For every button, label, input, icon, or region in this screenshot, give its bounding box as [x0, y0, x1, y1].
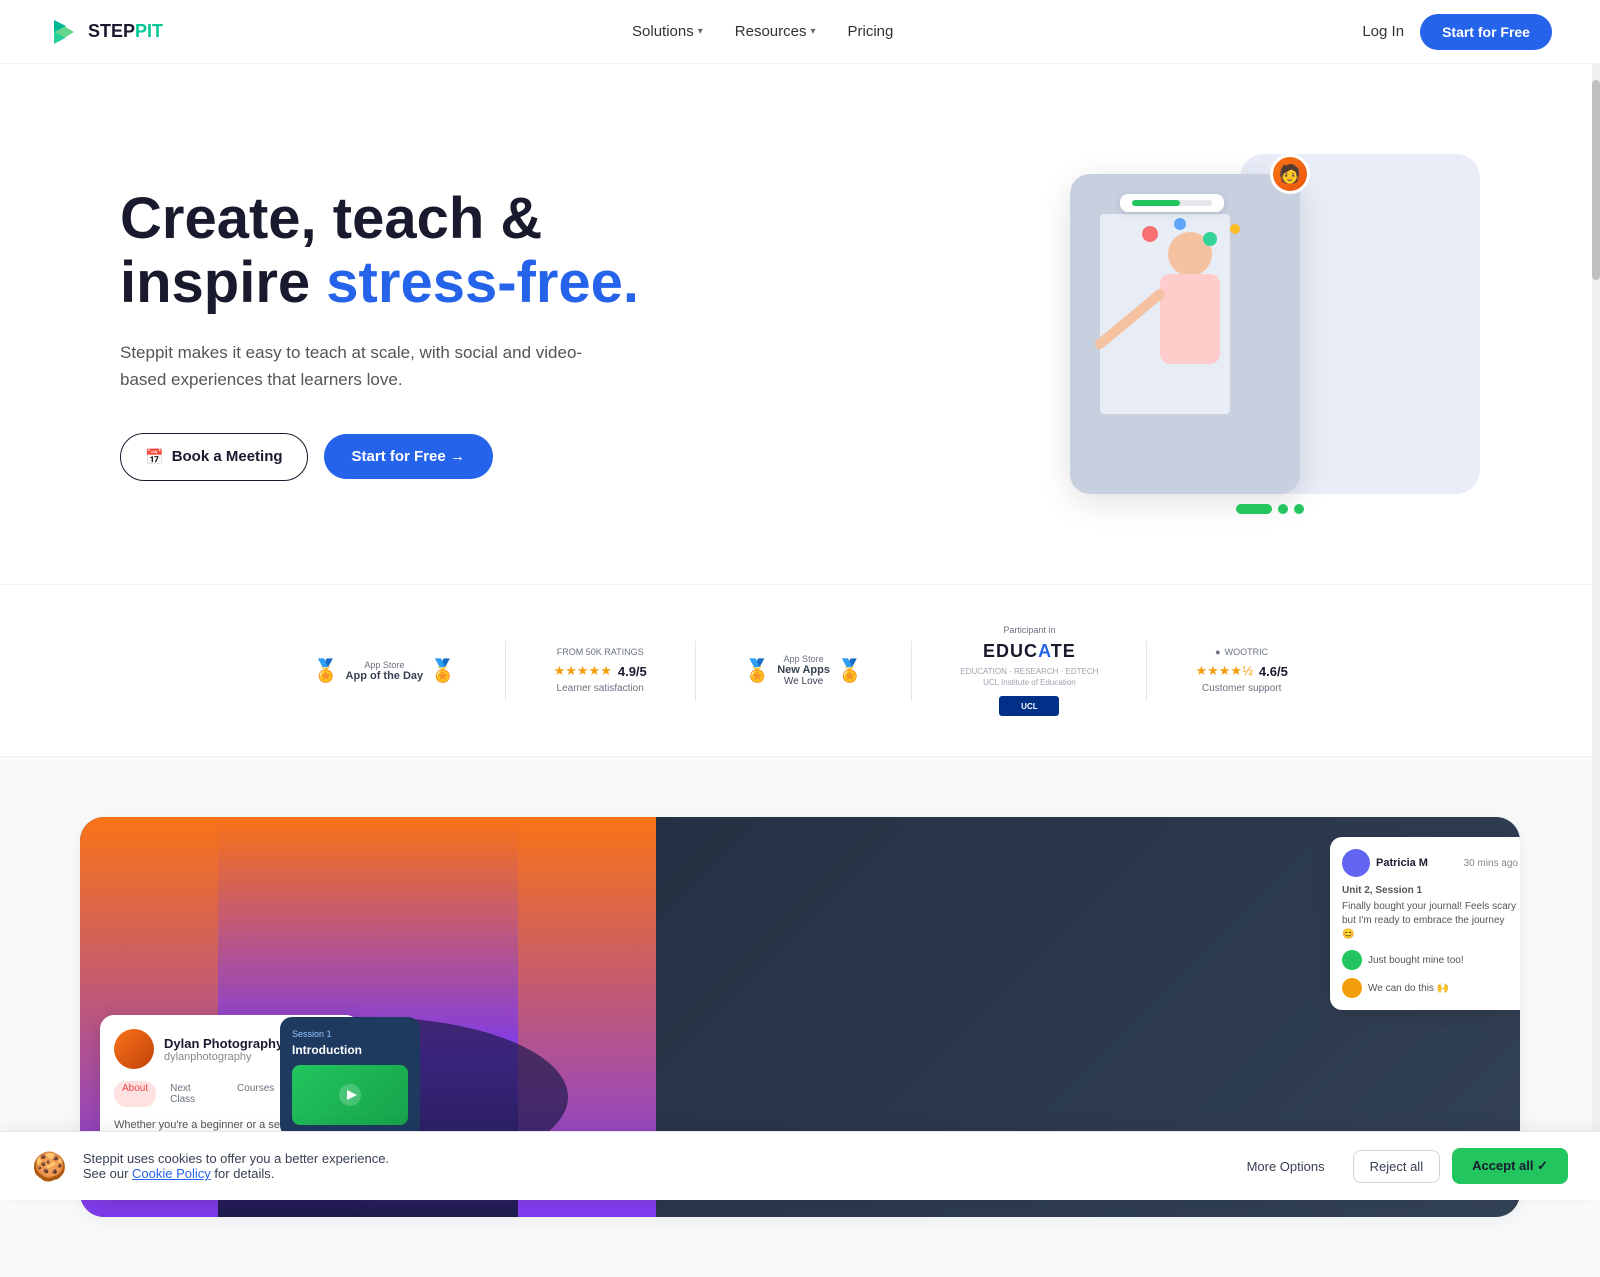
- dot-2[interactable]: [1278, 504, 1288, 514]
- divider: [1146, 641, 1147, 701]
- hero-illustration: 🧑: [1060, 144, 1480, 524]
- cookie-icon: 🍪: [32, 1150, 67, 1183]
- chat-message: Finally bought your journal! Feels scary…: [1342, 900, 1518, 942]
- laurel-right-icon: 🏅: [836, 658, 863, 684]
- calendar-icon: 📅: [145, 448, 164, 466]
- cookie-actions: More Options Reject all Accept all ✓: [1231, 1148, 1568, 1184]
- accept-all-button[interactable]: Accept all ✓: [1452, 1148, 1568, 1184]
- nav-next-class[interactable]: Next Class: [162, 1081, 223, 1107]
- book-meeting-button[interactable]: 📅 Book a Meeting: [120, 433, 308, 481]
- profile-handle: dylanphotography: [164, 1051, 283, 1063]
- cookie-text: Steppit uses cookies to offer you a bett…: [83, 1151, 389, 1181]
- hero-headline: Create, teach & inspire stress-free.: [120, 187, 639, 315]
- award-sub-new-apps: We Love: [777, 676, 830, 687]
- divider: [505, 641, 506, 701]
- navbar: STEPPIT Solutions ▾ Resources ▾ Pricing …: [0, 0, 1600, 64]
- start-free-nav-button[interactable]: Start for Free: [1420, 14, 1552, 50]
- hero-cta-group: 📅 Book a Meeting Start for Free →: [120, 433, 639, 481]
- profile-avatar: [114, 1029, 154, 1069]
- session-label: Session 1: [292, 1029, 408, 1039]
- awards-bar: 🏅 App Store App of the Day 🏅 FROM 50K RA…: [0, 584, 1600, 757]
- ucl-badge: UCL: [999, 696, 1059, 716]
- scrollbar[interactable]: [1592, 0, 1600, 1200]
- cookie-banner: 🍪 Steppit uses cookies to offer you a be…: [0, 1131, 1600, 1200]
- educate-sub: EDUCATION · RESEARCH · EDTECHUCL Institu…: [960, 666, 1098, 688]
- award-wootric: ● WOOTRIC ★★★★½ 4.6/5 Customer support: [1195, 647, 1287, 694]
- award-educate: Participant in EDUCATE EDUCATION · RESEA…: [960, 625, 1098, 716]
- hero-phone-card: [1070, 174, 1300, 494]
- nav-actions: Log In Start for Free: [1362, 14, 1552, 50]
- session-card: Session 1 Introduction: [280, 1017, 420, 1137]
- dot-3[interactable]: [1294, 504, 1304, 514]
- cookie-content: 🍪 Steppit uses cookies to offer you a be…: [32, 1150, 389, 1183]
- rating-value: 4.6/5: [1259, 664, 1288, 679]
- chat-avatar: [1342, 849, 1370, 877]
- award-label: Learner satisfaction: [557, 683, 644, 694]
- scrollbar-thumb[interactable]: [1592, 80, 1600, 280]
- nav-links: Solutions ▾ Resources ▾ Pricing: [632, 23, 893, 40]
- login-button[interactable]: Log In: [1362, 23, 1404, 40]
- logo[interactable]: STEPPIT: [48, 16, 163, 48]
- award-source: FROM 50K RATINGS: [557, 647, 644, 657]
- start-free-hero-button[interactable]: Start for Free →: [324, 434, 493, 479]
- chevron-down-icon: ▾: [698, 26, 703, 37]
- chat-session-label: Unit 2, Session 1: [1342, 885, 1518, 896]
- award-prefix: Participant in: [1003, 625, 1055, 635]
- stars-icon: ★★★★½: [1195, 663, 1252, 679]
- award-app-of-day: 🏅 App Store App of the Day 🏅: [312, 658, 456, 684]
- divider: [695, 641, 696, 701]
- reply2-avatar: [1342, 978, 1362, 998]
- wootric-icon: ●: [1215, 647, 1220, 657]
- hero-subtitle: Steppit makes it easy to teach at scale,…: [120, 339, 600, 393]
- hero-phone-image: [1070, 174, 1300, 494]
- educate-logo: EDUCATE: [983, 641, 1076, 662]
- session-thumbnail: [292, 1065, 408, 1125]
- nav-resources[interactable]: Resources ▾: [735, 23, 816, 40]
- dot-1[interactable]: [1236, 504, 1272, 514]
- chat-username: Patricia M: [1376, 857, 1428, 869]
- award-new-apps: 🏅 App Store New Apps We Love 🏅: [744, 654, 864, 687]
- divider: [911, 641, 912, 701]
- award-title: App of the Day: [346, 670, 424, 682]
- laurel-left-icon: 🏅: [312, 658, 339, 684]
- progress-overlay: [1120, 194, 1224, 212]
- nav-pricing[interactable]: Pricing: [848, 23, 894, 40]
- session-title: Introduction: [292, 1043, 408, 1057]
- cookie-policy-link[interactable]: Cookie Policy: [132, 1166, 211, 1181]
- slide-indicators: [1236, 504, 1304, 514]
- hero-avatar-badge: 🧑: [1270, 154, 1310, 194]
- chat-time: 30 mins ago: [1464, 858, 1518, 869]
- profile-name: Dylan Photography: [164, 1036, 283, 1051]
- wootric-source: ● WOOTRIC: [1215, 647, 1268, 657]
- laurel-right-icon: 🏅: [429, 658, 456, 684]
- award-label: Customer support: [1202, 683, 1281, 694]
- reply1-avatar: [1342, 950, 1362, 970]
- laurel-left-icon: 🏅: [744, 658, 771, 684]
- chevron-down-icon: ▾: [810, 26, 815, 37]
- stars-icon: ★★★★★: [554, 663, 612, 679]
- reply1-text: Just bought mine too!: [1368, 955, 1464, 966]
- award-learner-satisfaction: FROM 50K RATINGS ★★★★★ 4.9/5 Learner sat…: [554, 647, 647, 694]
- award-source: App Store: [777, 654, 830, 664]
- chat-overlay: Patricia M 30 mins ago Unit 2, Session 1…: [1330, 837, 1520, 1010]
- nav-solutions[interactable]: Solutions ▾: [632, 23, 703, 40]
- reject-all-button[interactable]: Reject all: [1353, 1150, 1440, 1183]
- hero-content: Create, teach & inspire stress-free. Ste…: [120, 187, 639, 481]
- profile-tag-about[interactable]: About: [114, 1081, 156, 1107]
- hero-section: Create, teach & inspire stress-free. Ste…: [0, 64, 1600, 584]
- award-source: App Store: [346, 660, 424, 670]
- rating-value: 4.9/5: [618, 664, 647, 679]
- reply2-text: We can do this 🙌: [1368, 983, 1449, 994]
- brand-name: STEPPIT: [88, 21, 163, 42]
- award-title-new-apps: New Apps: [777, 664, 830, 676]
- nav-courses[interactable]: Courses: [229, 1081, 282, 1107]
- more-options-button[interactable]: More Options: [1231, 1151, 1341, 1182]
